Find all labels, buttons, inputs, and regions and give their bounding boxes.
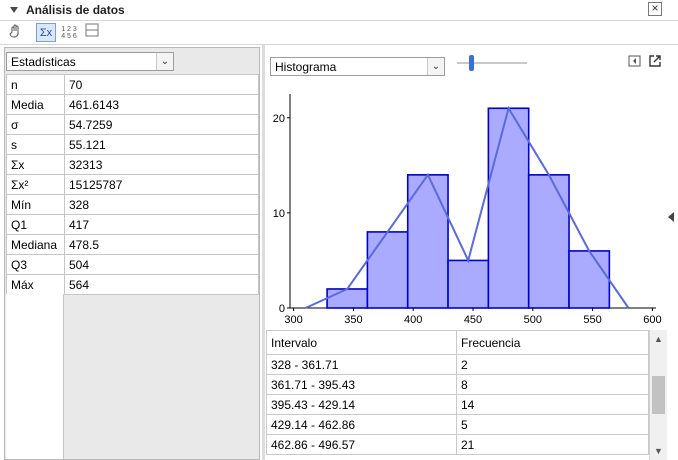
stat-value: 328 xyxy=(64,194,259,215)
layout-icon[interactable] xyxy=(82,23,102,42)
chart-type-dropdown[interactable]: Histograma ⌄ xyxy=(270,57,445,76)
frequency-cell: 5 xyxy=(456,414,649,435)
stat-value: 54.7259 xyxy=(64,114,259,135)
y-tick-label: 10 xyxy=(273,208,285,220)
stat-label: Mediana xyxy=(6,234,65,255)
numbers-grid-icon[interactable]: 1 2 3 4 5 6 xyxy=(59,23,79,42)
interval-cell: 361.71 - 395.43 xyxy=(266,374,457,395)
stat-value: 504 xyxy=(64,254,259,275)
stat-value: 564 xyxy=(64,274,259,295)
stat-label: Media xyxy=(6,94,65,115)
window-title: Análisis de datos xyxy=(26,3,125,17)
statistics-table: n 70 Media 461.6143 σ 54.7259 s 55.121 Σx 32313 Σx… xyxy=(6,74,259,295)
stat-row: s 55.121 xyxy=(6,134,259,155)
x-tick-label: 350 xyxy=(344,314,362,326)
x-tick-label: 600 xyxy=(643,314,661,326)
column-header[interactable]: Intervalo xyxy=(266,330,457,355)
panel-divider[interactable] xyxy=(262,45,265,460)
scroll-up-icon[interactable]: ▲ xyxy=(654,334,663,344)
x-tick-label: 300 xyxy=(284,314,302,326)
collapse-triangle-icon[interactable] xyxy=(10,7,18,13)
scroll-down-icon[interactable]: ▼ xyxy=(654,446,663,456)
stat-value: 417 xyxy=(64,214,259,235)
x-tick-label: 550 xyxy=(583,314,601,326)
statistics-panel: Estadísticas ⌄ n 70 Media 461.6143 σ 54.7259 s… xyxy=(4,47,260,460)
table-row[interactable]: 395.43 - 429.14 14 xyxy=(266,394,649,415)
scroll-thumb[interactable] xyxy=(652,376,665,414)
chevron-down-icon[interactable]: ⌄ xyxy=(427,58,444,75)
statistics-dropdown[interactable]: Estadísticas ⌄ xyxy=(6,52,174,71)
interval-cell: 462.86 - 496.57 xyxy=(266,434,457,455)
stat-label: Q1 xyxy=(6,214,65,235)
frequency-cell: 14 xyxy=(456,394,649,415)
interval-cell: 395.43 - 429.14 xyxy=(266,394,457,415)
sigma-stats-icon[interactable]: Σx xyxy=(36,23,56,42)
stat-value: 70 xyxy=(64,74,259,95)
stat-row: Σx 32313 xyxy=(6,154,259,175)
table-row[interactable]: 462.86 - 496.57 21 xyxy=(266,434,649,455)
stat-label: n xyxy=(6,74,65,95)
title-bar: Análisis de datos × xyxy=(0,0,678,21)
stat-value: 478.5 xyxy=(64,234,259,255)
frequency-cell: 21 xyxy=(456,434,649,455)
histogram-bar xyxy=(527,174,570,309)
histogram-bar xyxy=(366,231,409,309)
expand-side-icon[interactable] xyxy=(668,212,674,222)
chart-type-dropdown-value: Histograma xyxy=(275,60,337,74)
stat-row: σ 54.7259 xyxy=(6,114,259,135)
stat-value: 461.6143 xyxy=(64,94,259,115)
statistics-dropdown-value: Estadísticas xyxy=(11,55,76,69)
interval-cell: 429.14 - 462.86 xyxy=(266,414,457,435)
stat-row: Σx² 15125787 xyxy=(6,174,259,195)
table-row[interactable]: 328 - 361.71 2 xyxy=(266,354,649,375)
histogram-bar xyxy=(487,107,530,309)
x-tick-label: 500 xyxy=(524,314,542,326)
stat-label: Σx xyxy=(6,154,65,175)
stat-label: Σx² xyxy=(6,174,65,195)
stat-row: Media 461.6143 xyxy=(6,94,259,115)
column-header[interactable]: Frecuencia xyxy=(456,330,649,355)
table-row[interactable]: 429.14 - 462.86 5 xyxy=(266,414,649,435)
stat-row: Mediana 478.5 xyxy=(6,234,259,255)
empty-area xyxy=(6,294,64,459)
slider-thumb[interactable] xyxy=(469,55,474,71)
stat-label: Máx xyxy=(6,274,65,295)
close-icon[interactable]: × xyxy=(648,2,662,16)
stat-value: 55.121 xyxy=(64,134,259,155)
stat-row: n 70 xyxy=(6,74,259,95)
x-tick-label: 450 xyxy=(464,314,482,326)
stat-value: 15125787 xyxy=(64,174,259,195)
interval-cell: 328 - 361.71 xyxy=(266,354,457,375)
stat-row: Q1 417 xyxy=(6,214,259,235)
stat-row: Mín 328 xyxy=(6,194,259,215)
table-row[interactable]: 361.71 - 395.43 8 xyxy=(266,374,649,395)
stat-label: s xyxy=(6,134,65,155)
y-tick-label: 0 xyxy=(279,303,285,315)
frequency-cell: 8 xyxy=(456,374,649,395)
histogram-bar xyxy=(568,250,611,309)
stat-value: 32313 xyxy=(64,154,259,175)
stat-label: Mín xyxy=(6,194,65,215)
hand-icon[interactable] xyxy=(6,23,26,42)
x-tick-label: 400 xyxy=(404,314,422,326)
stat-label: σ xyxy=(6,114,65,135)
chevron-down-icon[interactable]: ⌄ xyxy=(156,53,173,70)
histogram-chart: 300 350 400 450 500 550 600 0 10 20 xyxy=(273,94,662,326)
stat-row: Q3 504 xyxy=(6,254,259,275)
slider-track[interactable] xyxy=(457,62,527,64)
options-toggle-icon[interactable] xyxy=(628,54,642,68)
stat-row: Máx 564 xyxy=(6,274,259,295)
frequency-table: Intervalo Frecuencia 328 - 361.71 2 361.71 … xyxy=(266,330,649,455)
stat-label: Q3 xyxy=(6,254,65,275)
table-scrollbar[interactable]: ▲ ▼ xyxy=(649,330,667,460)
export-icon[interactable] xyxy=(648,54,662,68)
toolbar: Σx 1 2 3 4 5 6 xyxy=(0,21,678,45)
frequency-cell: 2 xyxy=(456,354,649,375)
y-tick-label: 20 xyxy=(273,113,285,125)
histogram-bar xyxy=(326,288,369,309)
histogram-bar xyxy=(447,259,490,309)
